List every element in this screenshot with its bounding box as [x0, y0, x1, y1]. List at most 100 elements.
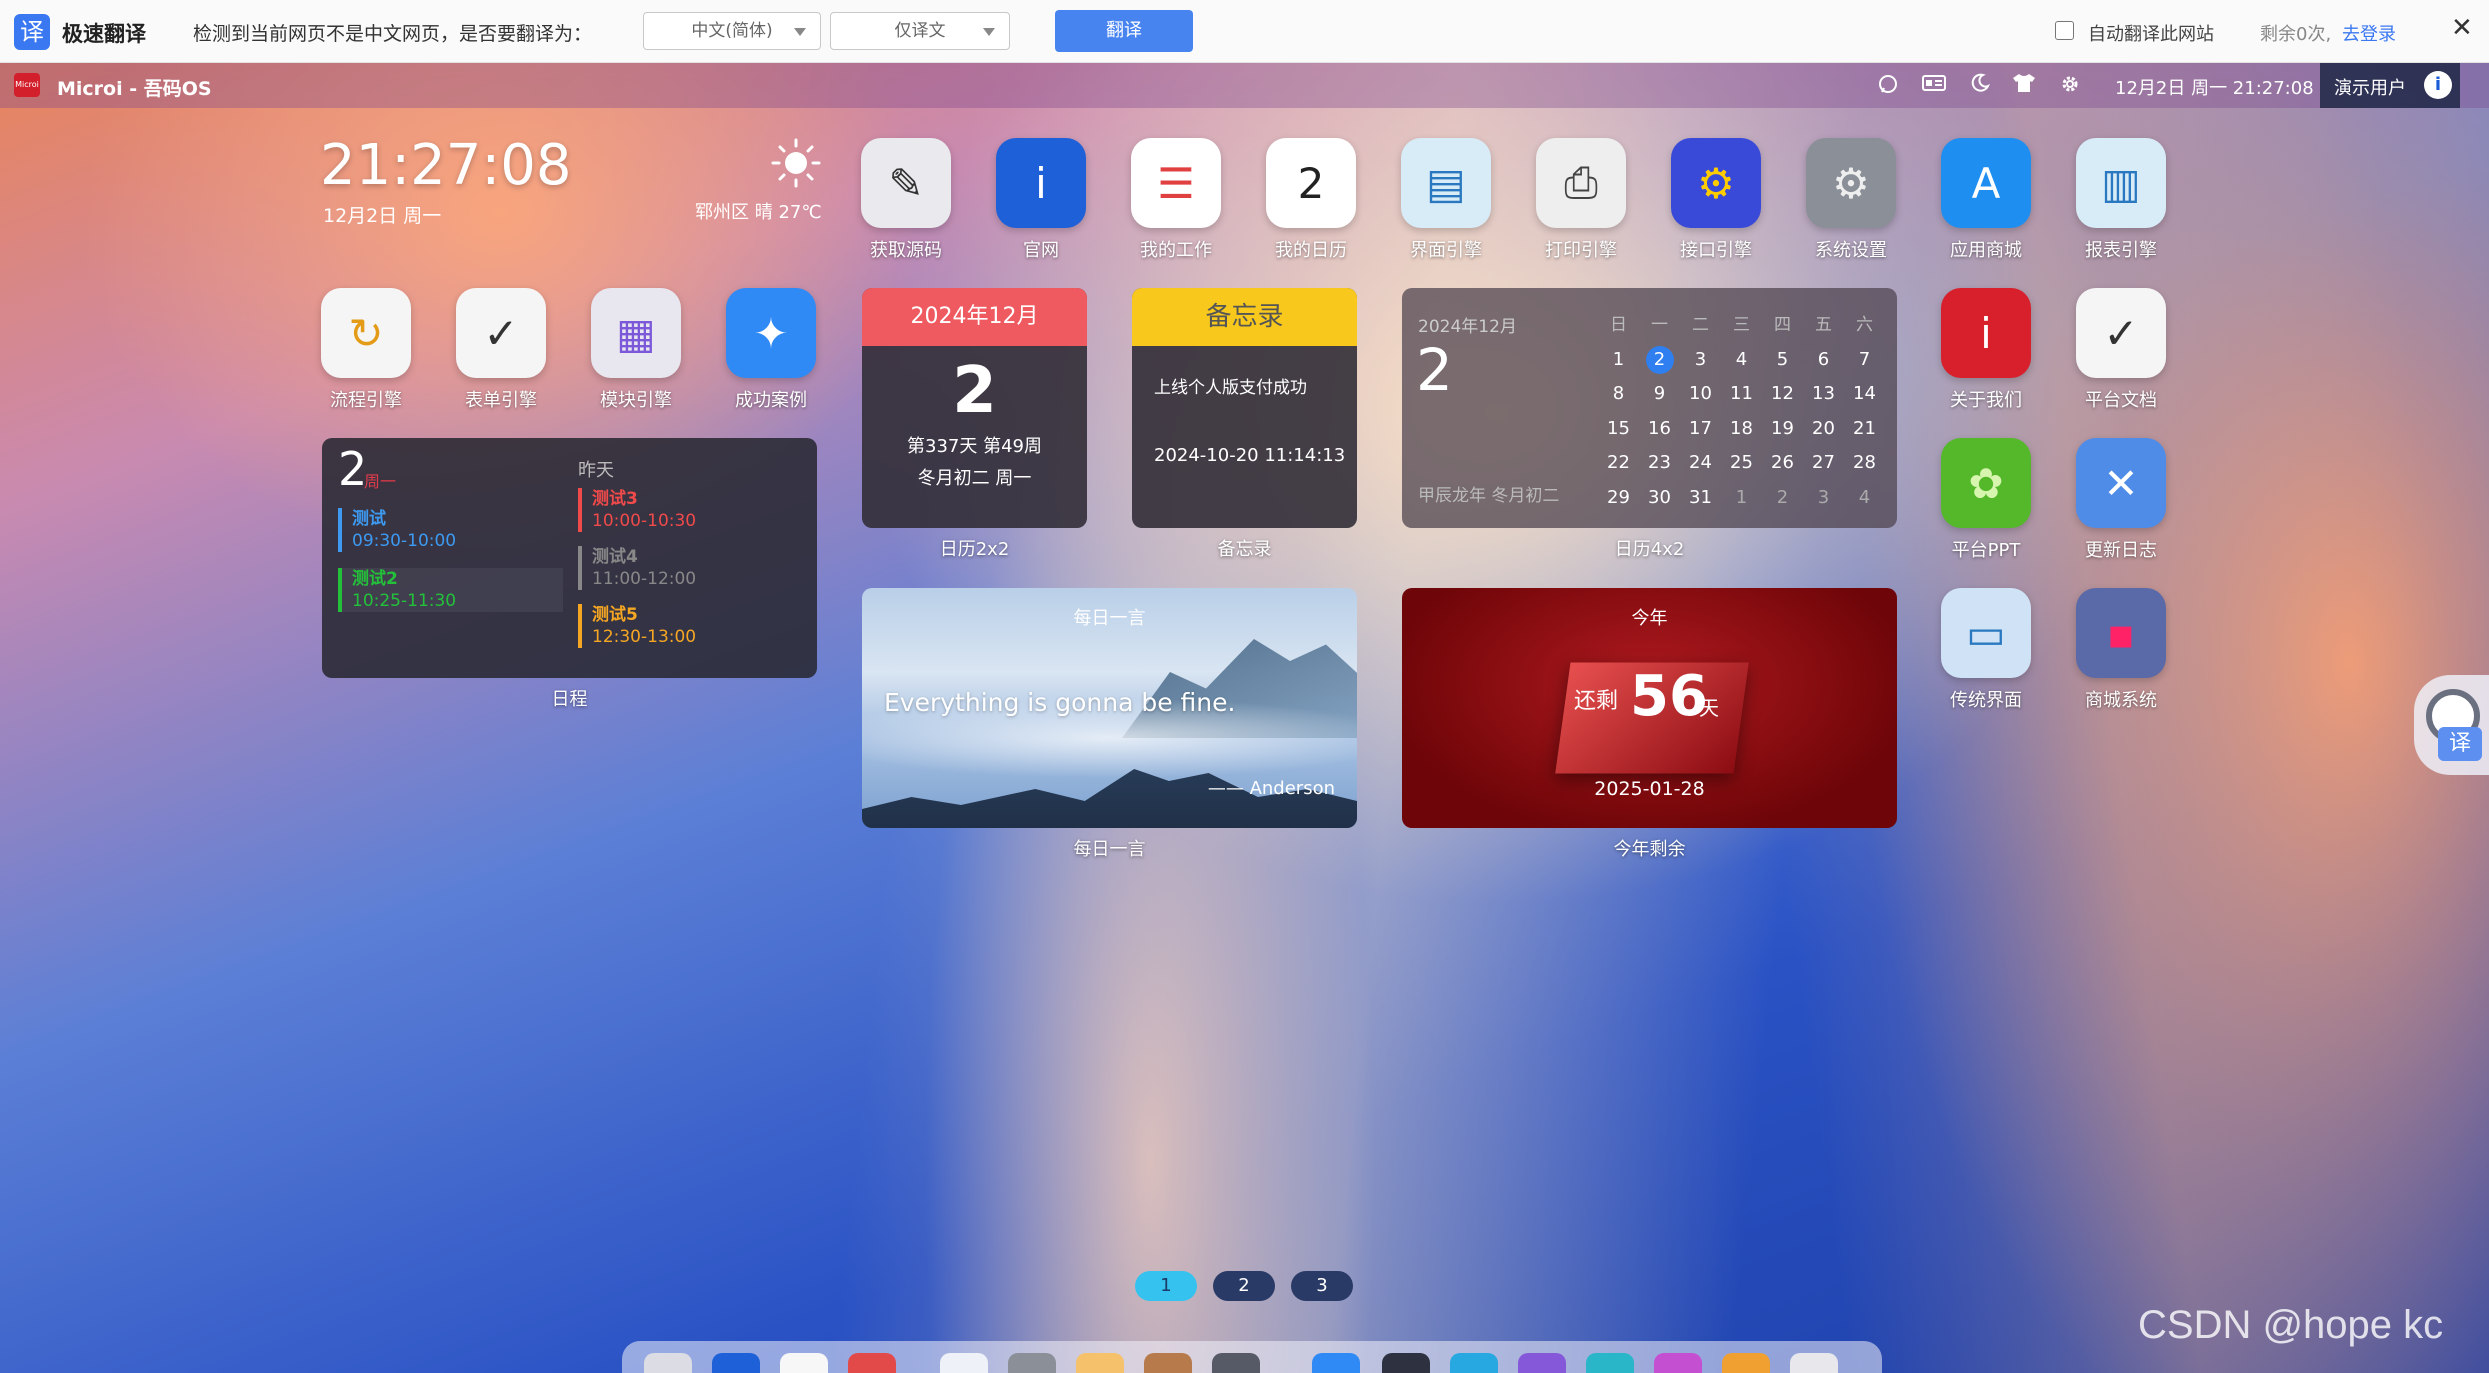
gear-icon[interactable]	[2058, 73, 2082, 97]
cal42-day-cell[interactable]: 18	[1721, 412, 1762, 447]
cal42-day-cell[interactable]: 17	[1680, 412, 1721, 447]
dock-app-icon[interactable]	[1518, 1353, 1566, 1373]
cal42-day-cell[interactable]: 2	[1762, 481, 1803, 516]
cal42-day-cell[interactable]: 1	[1598, 343, 1639, 378]
calendar-2x2-widget[interactable]: 2024年12月 2 第337天 第49周 冬月初二 周一	[862, 288, 1087, 528]
top-app[interactable]: ▥ 报表引擎	[2065, 138, 2177, 262]
cal42-day-cell[interactable]: 4	[1721, 343, 1762, 378]
dock-app-icon[interactable]	[1790, 1353, 1838, 1373]
cal42-day-cell[interactable]: 25	[1721, 446, 1762, 481]
cal42-day-cell[interactable]: 3	[1803, 481, 1844, 516]
login-link[interactable]: 去登录	[2342, 20, 2396, 46]
cal42-day-cell[interactable]: 26	[1762, 446, 1803, 481]
top-app[interactable]: ⎙ 打印引擎	[1525, 138, 1637, 262]
dock-app-icon[interactable]	[1450, 1353, 1498, 1373]
left-app[interactable]: ▦ 模块引擎	[580, 288, 692, 412]
cal42-day-cell[interactable]: 21	[1844, 412, 1885, 447]
dock-app-icon[interactable]	[940, 1353, 988, 1373]
page-dot-1[interactable]: 1	[1135, 1271, 1197, 1301]
cal42-day-cell[interactable]: 12	[1762, 377, 1803, 412]
left-app[interactable]: ✓ 表单引擎	[445, 288, 557, 412]
cal42-day-cell[interactable]: 27	[1803, 446, 1844, 481]
cal42-day-cell[interactable]: 23	[1639, 446, 1680, 481]
cal42-day-cell[interactable]: 28	[1844, 446, 1885, 481]
cal42-day-cell[interactable]: 11	[1721, 377, 1762, 412]
top-app[interactable]: 2 我的日历	[1255, 138, 1367, 262]
top-app[interactable]: ☰ 我的工作	[1120, 138, 1232, 262]
moon-icon[interactable]	[1968, 73, 1992, 97]
cal42-day-cell[interactable]: 20	[1803, 412, 1844, 447]
dock-app-icon[interactable]	[1008, 1353, 1056, 1373]
cal42-day-cell[interactable]: 31	[1680, 481, 1721, 516]
schedule-widget[interactable]: 2 周一 昨天 测试 09:30-10:00 测试2 10:25-11:30 测试3 10…	[322, 438, 817, 678]
right-app[interactable]: i 关于我们	[1930, 288, 2042, 412]
quote-widget[interactable]: 每日一言 Everything is gonna be fine. —— And…	[862, 588, 1357, 828]
left-app[interactable]: ✦ 成功案例	[715, 288, 827, 412]
cal42-day-cell[interactable]: 30	[1639, 481, 1680, 516]
cal42-day-cell[interactable]: 19	[1762, 412, 1803, 447]
left-app[interactable]: ↻ 流程引擎	[310, 288, 422, 412]
schedule-event[interactable]: 测试5 12:30-13:00	[578, 604, 696, 648]
dock-app-icon[interactable]	[1382, 1353, 1430, 1373]
memo-widget[interactable]: 备忘录 上线个人版支付成功 2024-10-20 11:14:13	[1132, 288, 1357, 528]
user-menu[interactable]: 演示用户 i	[2320, 63, 2460, 108]
page-dot-3[interactable]: 3	[1291, 1271, 1353, 1301]
cal42-day-cell[interactable]: 10	[1680, 377, 1721, 412]
right-app[interactable]: ✓ 平台文档	[2065, 288, 2177, 412]
dock-app-icon[interactable]	[848, 1353, 896, 1373]
cal42-day-cell[interactable]: 8	[1598, 377, 1639, 412]
top-app[interactable]: ▤ 界面引擎	[1390, 138, 1502, 262]
dock-app-icon[interactable]	[1076, 1353, 1124, 1373]
dock-app-icon[interactable]	[644, 1353, 692, 1373]
cal42-day-cell[interactable]: 3	[1680, 343, 1721, 378]
top-app[interactable]: A 应用商城	[1930, 138, 2042, 262]
schedule-event[interactable]: 测试4 11:00-12:00	[578, 546, 696, 590]
right-app[interactable]: ▭ 传统界面	[1930, 588, 2042, 712]
close-icon[interactable]: ✕	[2451, 13, 2473, 43]
right-app[interactable]: ✿ 平台PPT	[1930, 438, 2042, 562]
translate-mode-select[interactable]: 仅译文	[830, 12, 1010, 50]
cal42-day-cell[interactable]: 2	[1639, 343, 1680, 378]
cal42-day-cell[interactable]: 13	[1803, 377, 1844, 412]
dock-app-icon[interactable]	[1212, 1353, 1260, 1373]
app-label: 流程引擎	[330, 390, 402, 411]
right-app[interactable]: ▪ 商城系统	[2065, 588, 2177, 712]
top-app[interactable]: ⚙ 系统设置	[1795, 138, 1907, 262]
chat-icon[interactable]	[1876, 73, 1900, 97]
page-dot-2[interactable]: 2	[1213, 1271, 1275, 1301]
target-language-select[interactable]: 中文(简体)	[643, 12, 821, 50]
cal42-day-cell[interactable]: 15	[1598, 412, 1639, 447]
translate-button[interactable]: 翻译	[1055, 10, 1193, 52]
dock-app-icon[interactable]	[712, 1353, 760, 1373]
dock-app-icon[interactable]	[1144, 1353, 1192, 1373]
cal42-day-cell[interactable]: 24	[1680, 446, 1721, 481]
top-app[interactable]: ⚙ 接口引擎	[1660, 138, 1772, 262]
shirt-icon[interactable]	[2012, 73, 2036, 97]
cal42-day-cell[interactable]: 4	[1844, 481, 1885, 516]
cal42-day-cell[interactable]: 22	[1598, 446, 1639, 481]
schedule-event[interactable]: 测试2 10:25-11:30	[338, 568, 563, 612]
top-app[interactable]: i 官网	[985, 138, 1097, 262]
dock-app-icon[interactable]	[1312, 1353, 1360, 1373]
cal42-day-cell[interactable]: 1	[1721, 481, 1762, 516]
top-app[interactable]: ✎ 获取源码	[850, 138, 962, 262]
year-remaining-widget[interactable]: 今年 还剩 56 天 2025-01-28	[1402, 588, 1897, 828]
floating-translate-button[interactable]: 译	[2414, 675, 2489, 775]
cal42-day-cell[interactable]: 14	[1844, 377, 1885, 412]
schedule-event[interactable]: 测试3 10:00-10:30	[578, 488, 696, 532]
cal42-day-cell[interactable]: 16	[1639, 412, 1680, 447]
cal42-day-cell[interactable]: 29	[1598, 481, 1639, 516]
schedule-event[interactable]: 测试 09:30-10:00	[338, 508, 563, 552]
cal42-day-cell[interactable]: 6	[1803, 343, 1844, 378]
calendar-4x2-widget[interactable]: 2024年12月 2 甲辰龙年 冬月初二 日一二三四五六 1 2 3 4 5 6 7 8 9 10 1…	[1402, 288, 1897, 528]
dock-app-icon[interactable]	[1722, 1353, 1770, 1373]
cal42-day-cell[interactable]: 7	[1844, 343, 1885, 378]
dock-app-icon[interactable]	[780, 1353, 828, 1373]
dock-app-icon[interactable]	[1654, 1353, 1702, 1373]
id-card-icon[interactable]	[1922, 73, 1946, 97]
dock-app-icon[interactable]	[1586, 1353, 1634, 1373]
cal42-day-cell[interactable]: 9	[1639, 377, 1680, 412]
cal42-day-cell[interactable]: 5	[1762, 343, 1803, 378]
right-app[interactable]: ✕ 更新日志	[2065, 438, 2177, 562]
auto-translate-checkbox[interactable]	[2055, 21, 2074, 40]
